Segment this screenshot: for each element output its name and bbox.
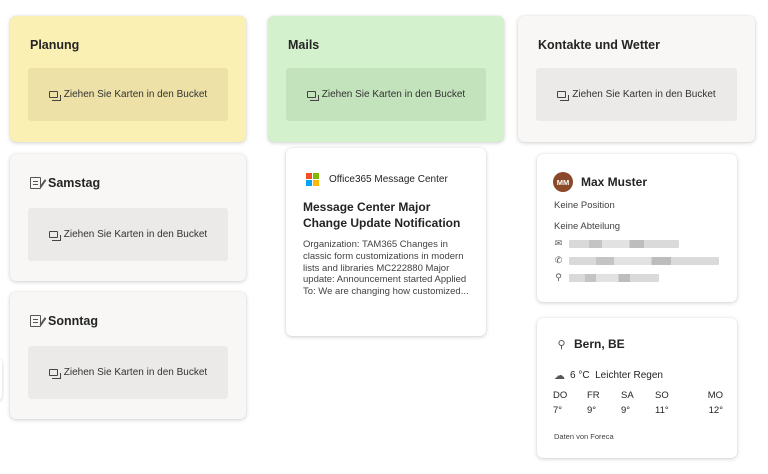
day-card-samstag[interactable]: Samstag Ziehen Sie Karten in den Bucket xyxy=(10,154,246,281)
cards-icon xyxy=(557,91,570,101)
bucket-title: Planung xyxy=(30,38,80,52)
forecast-temp: 9° xyxy=(621,405,631,416)
contact-name: Max Muster xyxy=(581,175,648,189)
forecast-day: MO xyxy=(707,390,723,401)
bucket-mails: Mails Ziehen Sie Karten in den Bucket xyxy=(268,16,504,142)
cards-icon xyxy=(48,369,61,379)
day-label: Samstag xyxy=(48,176,101,190)
location-pin-icon: ⚲ xyxy=(557,338,566,351)
weather-location: Bern, BE xyxy=(574,337,625,351)
weather-card[interactable]: ⚲ Bern, BE ☁ 6 °C Leichter Regen DO FR S… xyxy=(537,318,737,458)
forecast-temp: 12° xyxy=(708,405,723,416)
contact-header: MM Max Muster xyxy=(553,172,647,192)
forecast-temp: 7° xyxy=(553,405,563,416)
note-icon xyxy=(30,177,41,189)
forecast-day: DO xyxy=(553,390,568,401)
day-label: Sonntag xyxy=(48,314,98,328)
dropzone-label: Ziehen Sie Karten in den Bucket xyxy=(63,367,208,378)
weather-source: Daten von Foreca xyxy=(554,432,614,441)
dropzone-label: Ziehen Sie Karten in den Bucket xyxy=(321,89,466,100)
forecast-temp: 9° xyxy=(587,405,597,416)
rain-cloud-icon: ☁ xyxy=(554,370,565,382)
mail-card[interactable]: Office365 Message Center Message Center … xyxy=(286,148,486,336)
contact-phone-row: ✆ xyxy=(554,255,719,266)
contact-department: Keine Abteilung xyxy=(554,221,621,232)
day-dropzone[interactable]: Ziehen Sie Karten in den Bucket xyxy=(28,346,228,399)
contact-position: Keine Position xyxy=(554,200,615,211)
offscreen-card-edge xyxy=(0,358,2,400)
bucket-title: Mails xyxy=(288,38,320,52)
bucket-kontakte-wetter: Kontakte und Wetter Ziehen Sie Karten in… xyxy=(518,16,755,142)
weather-current-row: ☁ 6 °C Leichter Regen xyxy=(554,369,663,382)
redacted-address xyxy=(569,273,659,282)
contact-email-row: ✉ xyxy=(554,238,679,249)
mail-source: Office365 Message Center xyxy=(329,174,448,185)
bucket-dropzone[interactable]: Ziehen Sie Karten in den Bucket xyxy=(536,68,737,121)
avatar-initials: MM xyxy=(556,177,570,187)
contact-card[interactable]: MM Max Muster Keine Position Keine Abtei… xyxy=(537,154,737,302)
avatar: MM xyxy=(553,172,573,192)
bucket-dropzone[interactable]: Ziehen Sie Karten in den Bucket xyxy=(28,68,228,121)
location-pin-icon: ⚲ xyxy=(555,272,562,282)
cards-icon xyxy=(48,91,61,101)
note-icon xyxy=(30,315,41,327)
forecast-day: SA xyxy=(621,390,634,401)
dropzone-label: Ziehen Sie Karten in den Bucket xyxy=(63,89,208,100)
forecast-temp: 11° xyxy=(655,405,669,416)
redacted-phone xyxy=(569,256,719,265)
day-title: Sonntag xyxy=(30,314,98,328)
day-title: Samstag xyxy=(30,176,100,190)
day-dropzone[interactable]: Ziehen Sie Karten in den Bucket xyxy=(28,208,228,261)
dropzone-label: Ziehen Sie Karten in den Bucket xyxy=(63,229,208,240)
bucket-dropzone[interactable]: Ziehen Sie Karten in den Bucket xyxy=(286,68,486,121)
day-card-sonntag[interactable]: Sonntag Ziehen Sie Karten in den Bucket xyxy=(10,292,246,419)
bucket-title: Kontakte und Wetter xyxy=(538,38,660,52)
forecast-grid: DO FR SA SO MO 7° 9° 9° 11° 12° xyxy=(553,390,723,416)
bucket-planung: Planung Ziehen Sie Karten in den Bucket xyxy=(10,16,246,142)
weather-location-row: ⚲ Bern, BE xyxy=(557,337,625,351)
dropzone-label: Ziehen Sie Karten in den Bucket xyxy=(572,89,716,100)
weather-current: 6 °C Leichter Regen xyxy=(570,370,663,381)
cards-icon xyxy=(48,231,61,241)
office365-logo-icon xyxy=(306,173,319,186)
mail-source-row: Office365 Message Center xyxy=(306,173,448,186)
mail-icon: ✉ xyxy=(554,238,563,248)
redacted-email xyxy=(569,239,679,248)
forecast-day: SO xyxy=(655,390,669,401)
mail-subject: Message Center Major Change Update Notif… xyxy=(303,200,461,230)
contact-location-row: ⚲ xyxy=(554,272,659,283)
phone-icon: ✆ xyxy=(554,255,563,265)
cards-icon xyxy=(306,91,319,101)
mail-body: Organization: TAM365 Changes in classic … xyxy=(303,239,469,298)
forecast-day: FR xyxy=(587,390,600,401)
